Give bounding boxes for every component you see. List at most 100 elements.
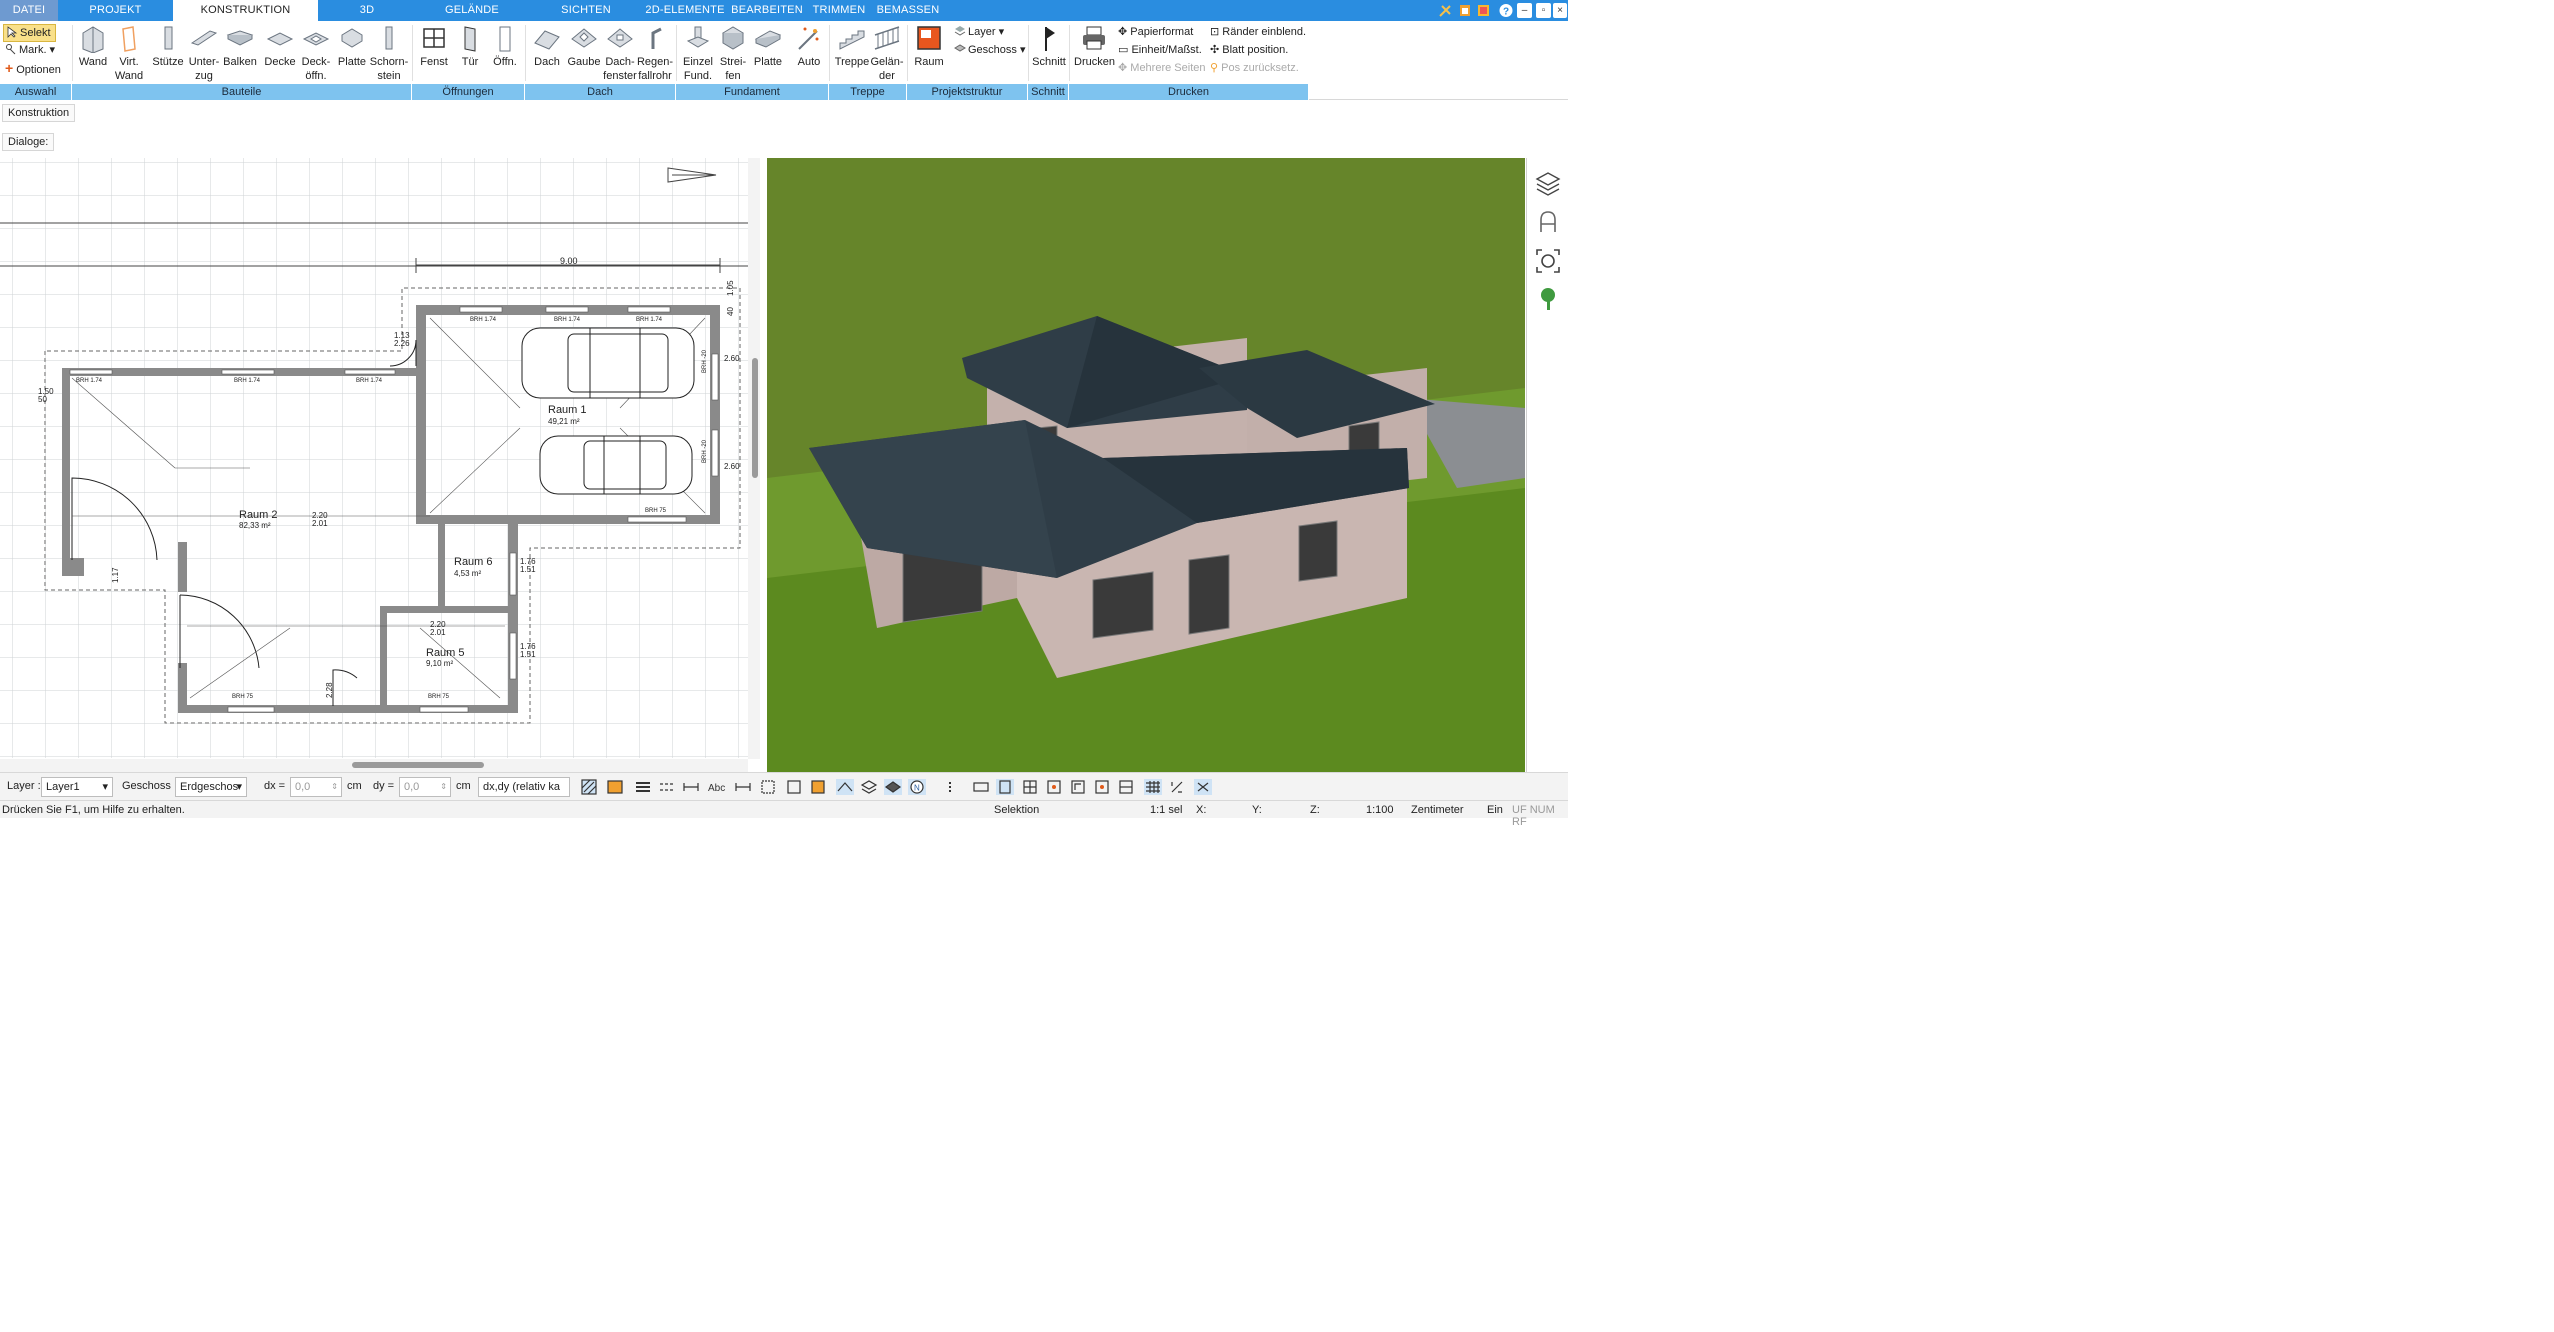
- select-frame-icon[interactable]: [761, 780, 775, 794]
- tab-datei[interactable]: DATEI: [0, 0, 58, 21]
- pages-icon: ✥: [1118, 62, 1128, 74]
- image-icon[interactable]: [1047, 780, 1061, 794]
- deckoeffnung-button[interactable]: Deck-öffn.: [298, 23, 334, 83]
- layers-view-icon[interactable]: [860, 780, 878, 794]
- schnitt-button[interactable]: Schnitt: [1032, 23, 1066, 69]
- tab-2d-elemente[interactable]: 2D-ELEMENTE: [644, 0, 726, 21]
- measure-icon[interactable]: [735, 783, 751, 791]
- midpoint-snap-icon[interactable]: [1119, 780, 1133, 794]
- dx-input[interactable]: 0,0 ⇕: [290, 777, 342, 797]
- geschoss-select[interactable]: Erdgeschos ▾: [175, 777, 247, 797]
- dy-input[interactable]: 0,0 ⇕: [399, 777, 451, 797]
- tab-bearbeiten[interactable]: BEARBEITEN: [726, 0, 808, 21]
- stuetze-button[interactable]: Stütze: [150, 23, 186, 69]
- optionen-button[interactable]: + Optionen: [5, 60, 61, 78]
- grid-layout-icon[interactable]: [1023, 780, 1037, 794]
- balken-button[interactable]: Balken: [222, 23, 258, 69]
- layer-select[interactable]: Layer1 ▾: [41, 777, 113, 797]
- blatt-positionieren-button[interactable]: ✣ Blatt position.: [1210, 42, 1288, 58]
- 3d-view[interactable]: [767, 158, 1525, 772]
- virt-wand-button[interactable]: Virt. Wand: [112, 23, 146, 83]
- material-toggle-icon[interactable]: [607, 780, 623, 794]
- tab-gelaende[interactable]: GELÄNDE: [416, 0, 528, 21]
- tree-plants-icon[interactable]: [1535, 286, 1561, 312]
- group-schnitt: Schnitt: [1028, 84, 1069, 100]
- tab-bemassen[interactable]: BEMASSEN: [870, 0, 946, 21]
- tab-konstruktion[interactable]: KONSTRUKTION: [173, 0, 318, 21]
- text-toggle-icon[interactable]: Abc: [708, 783, 725, 794]
- move-icon[interactable]: [1171, 781, 1183, 793]
- zoom-fit-icon[interactable]: [1535, 248, 1561, 274]
- center-snap-icon[interactable]: [1095, 780, 1109, 794]
- einzelfundament-button[interactable]: Einzel Fund.: [680, 23, 716, 83]
- streifenfundament-button[interactable]: Strei-fen: [716, 23, 750, 83]
- treppe-button[interactable]: Treppe: [834, 23, 870, 69]
- papierformat-button[interactable]: ✥ Papierformat: [1118, 24, 1193, 40]
- minimize-button[interactable]: –: [1517, 3, 1532, 18]
- close-button[interactable]: ×: [1553, 3, 1567, 18]
- raum-button[interactable]: Raum: [912, 23, 946, 69]
- regenfallrohr-button[interactable]: Regen-fallrohr: [636, 23, 674, 83]
- palette-icon[interactable]: [1478, 5, 1489, 16]
- grid-snap-icon[interactable]: [1144, 779, 1162, 795]
- fundamentplatte-button[interactable]: Platte: [750, 23, 786, 69]
- settings-icon[interactable]: [1460, 5, 1470, 16]
- decke-button[interactable]: Decke: [262, 23, 298, 69]
- einheit-massstab-button[interactable]: ▭ Einheit/Maßst.: [1118, 42, 1202, 58]
- group-dach: Dach: [525, 84, 676, 100]
- vertical-scroll-thumb[interactable]: [752, 358, 758, 478]
- lines-toggle-icon[interactable]: [636, 782, 650, 792]
- dachfenster-button[interactable]: Dach-fenster: [602, 23, 638, 83]
- svg-text:2.60: 2.60: [724, 354, 740, 363]
- hatch-toggle-icon[interactable]: [581, 779, 597, 795]
- frame-icon[interactable]: [787, 780, 801, 794]
- page-view-icon[interactable]: [996, 779, 1014, 795]
- mehrere-seiten-button[interactable]: ✥ Mehrere Seiten: [1118, 60, 1206, 76]
- north-icon[interactable]: N: [908, 779, 926, 795]
- raender-einblenden-button[interactable]: ⊡ Ränder einblend.: [1210, 24, 1306, 40]
- auto-button[interactable]: Auto: [792, 23, 826, 69]
- 3d-render-canvas[interactable]: [767, 158, 1525, 772]
- dimension-toggle-icon[interactable]: [683, 783, 699, 791]
- floor-plan-view[interactable]: 9.00 1.05 40 Raum 1 49,21 m² Raum 2 82,3…: [0, 158, 760, 772]
- unterzug-button[interactable]: Unter-zug: [186, 23, 222, 83]
- fenster-button[interactable]: Fenst: [418, 23, 450, 69]
- mark-button[interactable]: Mark. ▾: [5, 42, 55, 58]
- dashed-lines-icon[interactable]: [660, 783, 674, 791]
- tab-projekt[interactable]: PROJEKT: [58, 0, 173, 21]
- pos-zuruecksetzen-button[interactable]: ⚲ Pos zurücksetz.: [1210, 60, 1299, 76]
- roof-view-icon[interactable]: [836, 779, 854, 795]
- restore-button[interactable]: ▫: [1536, 3, 1551, 18]
- konstruktion-toolbar-label[interactable]: Konstruktion: [2, 104, 76, 122]
- horizontal-scroll-thumb[interactable]: [352, 762, 484, 768]
- tab-sichten[interactable]: SICHTEN: [528, 0, 644, 21]
- platte-button[interactable]: Platte: [334, 23, 370, 69]
- furniture-catalog-icon[interactable]: [1535, 208, 1561, 234]
- help-icon[interactable]: ?: [1499, 4, 1513, 18]
- corner-snap-icon[interactable]: [1071, 780, 1085, 794]
- tools-icon[interactable]: [1439, 5, 1451, 17]
- layers-panel-icon[interactable]: [1535, 170, 1561, 196]
- divider: [829, 25, 830, 81]
- drucken-button[interactable]: Drucken: [1074, 23, 1115, 69]
- oeffnung-button[interactable]: Öffn.: [488, 23, 522, 69]
- tab-trimmen[interactable]: TRIMMEN: [808, 0, 870, 21]
- 3d-object-icon[interactable]: [884, 779, 902, 795]
- close-snap-icon[interactable]: [1194, 779, 1212, 795]
- dach-button[interactable]: Dach: [530, 23, 564, 69]
- ruler-view-icon[interactable]: [973, 782, 989, 792]
- wand-button[interactable]: Wand: [76, 23, 110, 69]
- schornstein-button[interactable]: Schorn-stein: [369, 23, 409, 83]
- gelaender-button[interactable]: Gelän-der: [870, 23, 904, 83]
- group-oeffnungen: Öffnungen: [412, 84, 525, 100]
- fill-icon[interactable]: [811, 780, 825, 794]
- tuer-button[interactable]: Tür: [454, 23, 486, 69]
- geschoss-dropdown[interactable]: Geschoss ▾: [954, 42, 1026, 58]
- coordinate-mode-select[interactable]: dx,dy (relativ ka: [478, 777, 570, 797]
- floor-plan-canvas[interactable]: 9.00 1.05 40 Raum 149,21 m² Raum 282,33 …: [0, 158, 760, 772]
- layer-dropdown[interactable]: Layer ▾: [954, 24, 1004, 40]
- gaube-button[interactable]: Gaube: [566, 23, 602, 69]
- opening-icon: [499, 26, 511, 52]
- tab-3d[interactable]: 3D: [318, 0, 416, 21]
- selekt-button[interactable]: Selekt: [3, 24, 56, 42]
